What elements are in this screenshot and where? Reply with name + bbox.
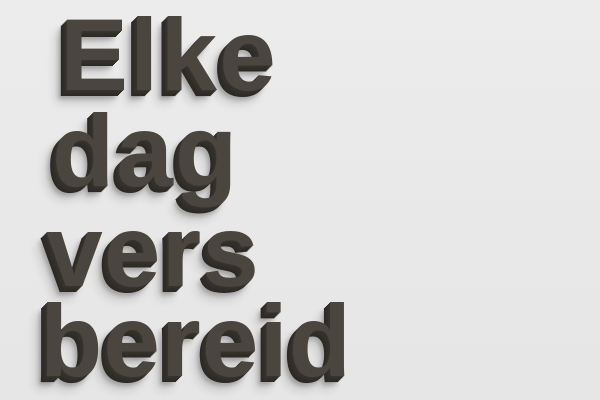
slogan-canvas: Elke dag vers bereid — [0, 0, 600, 400]
slogan-word-dag: dag — [52, 94, 240, 208]
slogan-word-bereid: bereid — [40, 284, 353, 398]
slogan-word-elke: Elke — [60, 0, 278, 112]
